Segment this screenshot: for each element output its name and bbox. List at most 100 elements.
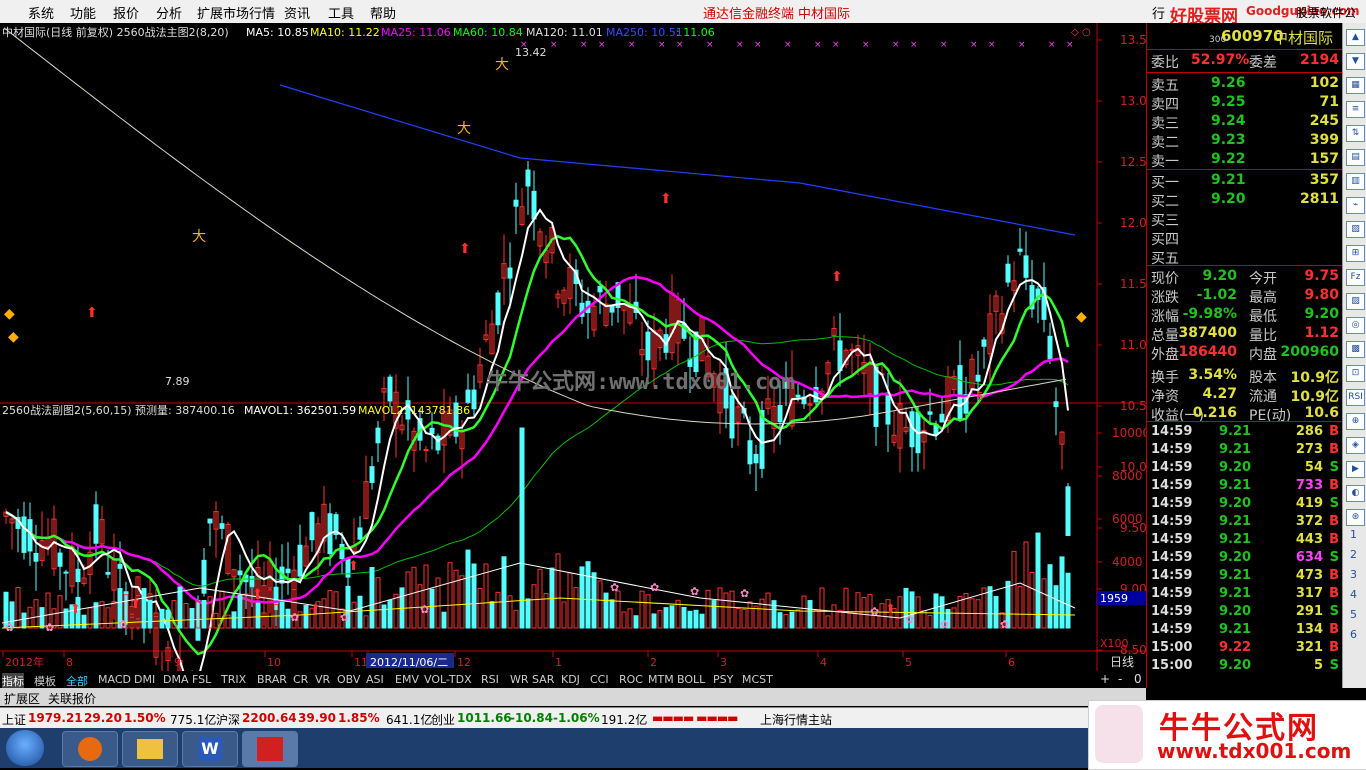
menu-help[interactable]: 帮助 [370, 3, 396, 22]
menu-ext-market[interactable]: 扩展市场行情 [197, 3, 275, 22]
menu-analysis[interactable]: 分析 [156, 3, 182, 22]
tab-kdj[interactable]: KDJ [561, 673, 580, 686]
volume-bar [633, 615, 639, 629]
tab-boll[interactable]: BOLL [677, 673, 705, 686]
tool-button-icon[interactable]: ⌁ [1346, 197, 1365, 214]
order-diff: 2194 [1300, 52, 1339, 68]
tool-page-number[interactable]: 5 [1350, 608, 1357, 621]
tab-related-quote[interactable]: 关联报价 [48, 690, 96, 707]
zoom-in-button[interactable]: + [1100, 672, 1110, 686]
taskbar-tdx-icon[interactable] [242, 731, 298, 767]
period-label[interactable]: 日线 [1110, 655, 1134, 669]
stat-label: 股本 [1249, 370, 1277, 386]
tool-page-number[interactable]: 2 [1350, 548, 1357, 561]
tick-time: 15:00 [1151, 658, 1193, 673]
volume-tick-label: 8000 [1112, 469, 1143, 483]
tool-button-icon[interactable]: ▩ [1346, 341, 1365, 358]
tool-button-icon[interactable]: ◎ [1346, 317, 1365, 334]
tab-dmi[interactable]: DMI [134, 673, 155, 686]
menu-function[interactable]: 功能 [70, 3, 96, 22]
tab-cr[interactable]: CR [293, 673, 308, 686]
stat-value: 387400 [1178, 325, 1237, 341]
tool-button-icon[interactable]: RSI [1346, 389, 1365, 406]
zoom-out-button[interactable]: - [1118, 672, 1122, 686]
tool-button-icon[interactable]: ◐ [1346, 485, 1365, 502]
tab-asi[interactable]: ASI [366, 673, 384, 686]
candle-body [369, 466, 375, 483]
menu-system[interactable]: 系统 [28, 3, 54, 22]
diamond-icon[interactable]: ◇ [1071, 27, 1079, 38]
circle-icon[interactable]: ○ [1082, 27, 1091, 38]
tab-全部[interactable]: 全部 [66, 673, 88, 689]
tab-模板[interactable]: 模板 [34, 673, 56, 689]
tab-psy[interactable]: PSY [713, 673, 733, 686]
star-marker-icon: × [988, 40, 996, 50]
candle-body [237, 570, 243, 576]
tab-指标[interactable]: 指标 [2, 673, 24, 689]
taskbar-explorer-icon[interactable] [122, 731, 178, 767]
tool-button-icon[interactable]: ⊛ [1346, 509, 1365, 526]
kline-chart[interactable]: 13.5013.0012.5012.0011.5011.0010.5010.00… [0, 23, 1146, 671]
buy-arrow-icon: ⬆ [459, 241, 471, 257]
tool-button-icon[interactable]: ▨ [1346, 293, 1365, 310]
tool-button-icon[interactable]: ▤ [1346, 149, 1365, 166]
bid-volume: 357 [1309, 172, 1339, 188]
menu-tab-right[interactable]: 行 [1152, 3, 1165, 22]
tab-obv[interactable]: OBV [337, 673, 360, 686]
tool-button-icon[interactable]: ▧ [1346, 221, 1365, 238]
volume-bar [987, 586, 993, 629]
tool-button-icon[interactable]: ▼ [1346, 53, 1365, 70]
quote-panel: 300 600970 中材国际 委比 52.97% 委差 2194 卖五 9.26… [1146, 23, 1343, 688]
tab-mtm[interactable]: MTM [648, 673, 674, 686]
tool-button-icon[interactable]: ⇅ [1346, 125, 1365, 142]
tick-row: 14:59 9.21 134 B [1151, 622, 1341, 640]
tab-trix[interactable]: TRIX [221, 673, 246, 686]
start-button[interactable] [6, 730, 44, 766]
tab-cci[interactable]: CCI [590, 673, 609, 686]
tab-roc[interactable]: ROC [619, 673, 643, 686]
stat-label: 净资 [1151, 389, 1179, 405]
promo-stock[interactable]: 中材国际 [798, 3, 850, 22]
tab-emv[interactable]: EMV [395, 673, 419, 686]
tick-time: 14:59 [1151, 568, 1193, 583]
tool-button-icon[interactable]: ▦ [1346, 77, 1365, 94]
star-marker-icon: × [1066, 40, 1074, 50]
tool-page-number[interactable]: 4 [1350, 588, 1357, 601]
tool-page-number[interactable]: 3 [1350, 568, 1357, 581]
tab-mcst[interactable]: MCST [742, 673, 773, 686]
tab-vol-tdx[interactable]: VOL-TDX [424, 673, 472, 686]
server-station[interactable]: 上海行情主站 [760, 711, 832, 728]
tool-page-number[interactable]: 6 [1350, 628, 1357, 641]
tool-button-icon[interactable]: ⊕ [1346, 413, 1365, 430]
reset-button[interactable]: 0 [1134, 672, 1142, 686]
tool-button-icon[interactable]: ≡ [1346, 101, 1365, 118]
date-label: 2012/11/06/二 [370, 656, 448, 669]
tab-wr[interactable]: WR [510, 673, 529, 686]
tab-rsi[interactable]: RSI [481, 673, 499, 686]
tab-sar[interactable]: SAR [532, 673, 554, 686]
date-label: 3 [720, 656, 727, 669]
tool-button-icon[interactable]: ▥ [1346, 173, 1365, 190]
tool-button-icon[interactable]: Fz [1346, 269, 1365, 286]
menu-tools[interactable]: 工具 [328, 3, 354, 22]
tool-button-icon[interactable]: ▶ [1346, 461, 1365, 478]
taskbar-firefox-icon[interactable] [62, 731, 118, 767]
tool-button-icon[interactable]: ⊞ [1346, 245, 1365, 262]
tab-fsl[interactable]: FSL [192, 673, 211, 686]
tool-button-icon[interactable]: ⊡ [1346, 365, 1365, 382]
tool-button-icon[interactable]: ◈ [1346, 437, 1365, 454]
promo-terminal[interactable]: 通达信金融终端 [703, 3, 794, 22]
tick-side: S [1329, 550, 1339, 565]
tab-extension-area[interactable]: 扩展区 [4, 690, 40, 707]
tab-vr[interactable]: VR [315, 673, 330, 686]
taskbar-word-icon[interactable]: W [182, 731, 238, 767]
tool-page-number[interactable]: 1 [1350, 528, 1357, 541]
tab-brar[interactable]: BRAR [257, 673, 287, 686]
star-marker-icon: × [628, 40, 636, 50]
volume-bar [165, 609, 171, 629]
tab-macd[interactable]: MACD [98, 673, 131, 686]
tab-dma[interactable]: DMA [163, 673, 189, 686]
tool-button-icon[interactable]: ▲ [1346, 29, 1365, 46]
menu-quote[interactable]: 报价 [113, 3, 139, 22]
menu-news[interactable]: 资讯 [284, 3, 310, 22]
